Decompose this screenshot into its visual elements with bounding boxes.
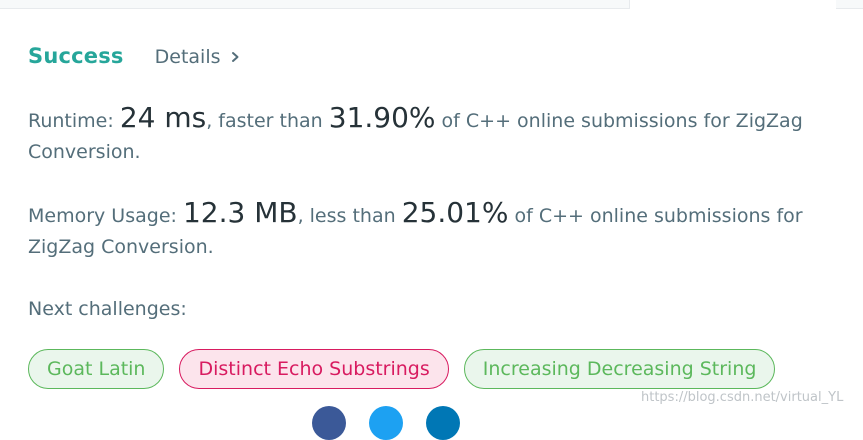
next-challenges-label: Next challenges: xyxy=(28,298,187,320)
facebook-icon[interactable] xyxy=(312,406,346,440)
watermark: https://blog.csdn.net/virtual_YL xyxy=(641,390,844,405)
runtime-mid: , faster than xyxy=(206,110,329,132)
details-label: Details xyxy=(154,46,221,68)
memory-percent: 25.01% xyxy=(401,196,509,229)
challenge-chip-goat-latin[interactable]: Goat Latin xyxy=(28,349,165,389)
runtime-value: 24 ms xyxy=(119,101,207,134)
challenge-chip-distinct-echo-substrings[interactable]: Distinct Echo Substrings xyxy=(179,349,449,389)
runtime-percent: 31.90% xyxy=(328,101,436,134)
submission-status-row: Success Details xyxy=(28,44,241,68)
runtime-label: Runtime: xyxy=(28,110,120,132)
success-label: Success xyxy=(28,44,124,68)
memory-value: 12.3 MB xyxy=(182,196,298,229)
tab-inactive-right[interactable] xyxy=(836,0,863,9)
memory-label: Memory Usage: xyxy=(28,205,183,227)
tab-bar xyxy=(0,0,863,9)
challenge-chip-increasing-decreasing-string[interactable]: Increasing Decreasing String xyxy=(463,349,776,389)
memory-mid: , less than xyxy=(297,205,402,227)
memory-result: Memory Usage: 12.3 MB, less than 25.01% … xyxy=(28,197,858,263)
tab-active[interactable] xyxy=(629,0,837,9)
twitter-icon[interactable] xyxy=(369,406,403,440)
next-challenges-list: Goat Latin Distinct Echo Substrings Incr… xyxy=(28,349,790,389)
details-link[interactable]: Details xyxy=(155,46,241,68)
runtime-result: Runtime: 24 ms, faster than 31.90% of C+… xyxy=(28,102,858,168)
chevron-right-icon xyxy=(229,50,241,64)
linkedin-icon[interactable] xyxy=(426,406,460,440)
tab-inactive[interactable] xyxy=(0,0,629,9)
